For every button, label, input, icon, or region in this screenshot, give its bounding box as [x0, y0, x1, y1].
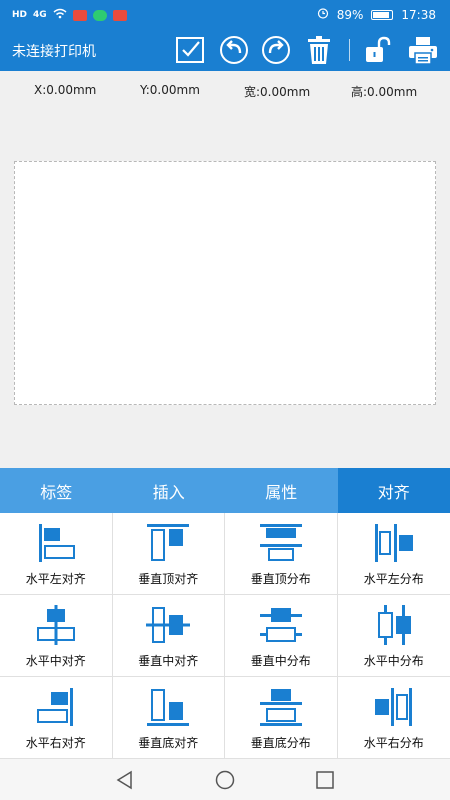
checkbox-icon [176, 37, 204, 63]
print-button[interactable] [407, 34, 439, 66]
align-option-label: 水平右分布 [363, 736, 424, 750]
y-coordinate: Y:0.00mm [140, 83, 200, 97]
align-right-button[interactable]: 水平右对齐 [0, 677, 113, 759]
alarm-icon [317, 7, 329, 22]
align-option-label: 水平中对齐 [25, 654, 86, 668]
align-option-label: 水平左分布 [363, 572, 424, 586]
signal-type: 4G [33, 10, 47, 20]
distribute-right-icon [374, 688, 412, 726]
delete-button[interactable] [303, 34, 335, 66]
battery-percent: 89% [336, 7, 364, 22]
height-readout: 高:0.00mm [351, 85, 418, 99]
toolbar-divider [349, 39, 350, 61]
position-readout: X:0.00mm Y:0.00mm 宽:0.00mm 高:0.00mm [0, 71, 450, 111]
distribute-bottom-icon [259, 689, 302, 726]
tab-label[interactable]: 标签 [0, 468, 113, 513]
distribute-top-icon [259, 524, 302, 561]
recents-button[interactable] [314, 769, 336, 791]
tab-properties[interactable]: 属性 [225, 468, 338, 513]
distribute-left-icon [374, 524, 413, 562]
align-right-icon [36, 688, 73, 726]
printer-status: 未连接打印机 [12, 44, 96, 60]
align-left-icon [38, 524, 75, 562]
back-button[interactable] [114, 769, 136, 791]
status-indicators: HD 4G [12, 8, 127, 22]
align-option-label: 垂直中对齐 [138, 654, 199, 668]
clock: 17:38 [401, 7, 436, 22]
align-option-label: 垂直底对齐 [138, 736, 199, 750]
home-button[interactable] [214, 769, 236, 791]
status-bar: HD 4G 89% 17:38 [0, 0, 450, 30]
label-canvas[interactable] [14, 161, 436, 405]
network-type: HD [12, 10, 28, 20]
tab-bar: 标签 插入 属性 对齐 [0, 468, 450, 513]
confirm-button[interactable] [174, 34, 206, 66]
chat-app-icon [92, 9, 107, 21]
align-options-grid: 水平左对齐 垂直顶对齐 垂直顶分布 水平左分布 水平中对齐 垂直中对齐 垂直中分… [0, 513, 450, 759]
redo-icon [262, 36, 290, 64]
news-app-icon [112, 9, 127, 21]
undo-icon [220, 36, 248, 64]
align-option-label: 水平左对齐 [25, 572, 86, 586]
distribute-left-button[interactable]: 水平左分布 [337, 513, 450, 595]
align-top-button[interactable]: 垂直顶对齐 [112, 513, 225, 595]
align-option-label: 垂直底分布 [250, 736, 311, 750]
distribute-top-button[interactable]: 垂直顶分布 [225, 513, 338, 595]
align-bottom-button[interactable]: 垂直底对齐 [112, 677, 225, 759]
status-right: 89% 17:38 [317, 7, 436, 22]
distribute-center-horizontal-button[interactable]: 水平中分布 [337, 595, 450, 677]
align-center-horizontal-icon [36, 605, 75, 645]
redo-button[interactable] [260, 34, 292, 66]
unlock-icon [366, 36, 391, 62]
tab-align[interactable]: 对齐 [337, 468, 450, 513]
distribute-center-vertical-button[interactable]: 垂直中分布 [225, 595, 338, 677]
undo-button[interactable] [218, 34, 250, 66]
tab-insert[interactable]: 插入 [113, 468, 226, 513]
home-circle-icon [215, 770, 235, 790]
wifi-icon [53, 8, 67, 22]
align-bottom-icon [147, 689, 190, 726]
align-option-label: 垂直顶分布 [250, 572, 311, 586]
battery-level [373, 11, 390, 18]
align-center-vertical-icon [146, 607, 191, 643]
toolbar: 未连接打印机 [0, 30, 450, 71]
align-center-horizontal-button[interactable]: 水平中对齐 [0, 595, 113, 677]
distribute-center-vertical-icon [259, 608, 302, 642]
width-readout: 宽:0.00mm [244, 85, 311, 99]
video-app-icon [72, 9, 87, 21]
back-triangle-icon [116, 770, 132, 790]
align-option-label: 水平中分布 [363, 654, 424, 668]
align-top-icon [147, 524, 190, 561]
system-nav-bar [0, 759, 450, 800]
trash-icon [308, 36, 330, 64]
distribute-bottom-button[interactable]: 垂直底分布 [225, 677, 338, 759]
printer-icon [409, 37, 437, 65]
align-option-label: 垂直顶对齐 [138, 572, 199, 586]
battery-icon [371, 9, 394, 20]
recents-square-icon [316, 771, 334, 789]
align-option-label: 水平右对齐 [25, 736, 86, 750]
x-coordinate: X:0.00mm [34, 83, 97, 97]
distribute-center-horizontal-icon [377, 605, 411, 645]
distribute-right-button[interactable]: 水平右分布 [337, 677, 450, 759]
align-option-label: 垂直中分布 [250, 654, 311, 668]
lock-button[interactable] [362, 34, 394, 66]
align-center-vertical-button[interactable]: 垂直中对齐 [112, 595, 225, 677]
align-left-button[interactable]: 水平左对齐 [0, 513, 113, 595]
